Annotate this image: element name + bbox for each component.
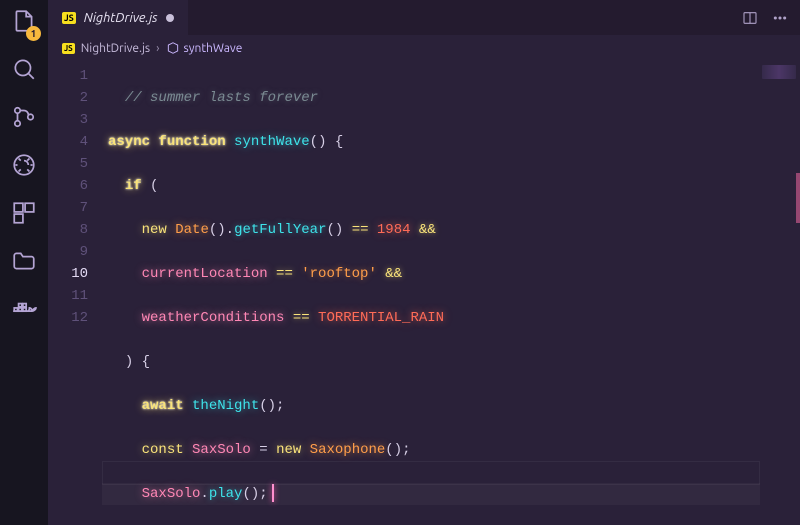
search-icon[interactable]: [11, 56, 37, 82]
minimap[interactable]: [760, 61, 800, 525]
overview-ruler-marker: [796, 173, 800, 223]
docker-icon[interactable]: [11, 296, 37, 322]
explorer-badge: 1: [26, 26, 41, 41]
tab-title: NightDrive.js: [84, 11, 158, 25]
breadcrumb-file[interactable]: NightDrive.js: [81, 42, 150, 55]
code-editor[interactable]: 1 2 3 4 5 6 7 8 9 10 11 12 // summer las…: [48, 61, 800, 525]
tab-nightdrive[interactable]: JS NightDrive.js: [48, 0, 188, 35]
folder-icon[interactable]: [11, 248, 37, 274]
line-number-gutter: 1 2 3 4 5 6 7 8 9 10 11 12: [48, 61, 102, 525]
breadcrumb[interactable]: JS NightDrive.js › synthWave: [48, 35, 800, 61]
more-actions-icon[interactable]: [772, 10, 788, 26]
text-cursor: [272, 484, 274, 502]
chevron-right-icon: ›: [156, 42, 159, 55]
debug-icon[interactable]: [11, 152, 37, 178]
source-control-icon[interactable]: [11, 104, 37, 130]
extensions-icon[interactable]: [11, 200, 37, 226]
activity-bar: 1: [0, 0, 48, 525]
js-file-icon: JS: [62, 12, 76, 24]
minimap-content: [762, 65, 796, 79]
js-file-icon: JS: [62, 43, 75, 54]
split-editor-icon[interactable]: [742, 10, 758, 26]
dirty-indicator-icon: [166, 14, 174, 22]
editor-tabs: JS NightDrive.js: [48, 0, 800, 35]
breadcrumb-symbol[interactable]: synthWave: [166, 41, 243, 55]
code-area[interactable]: // summer lasts forever async function s…: [102, 61, 760, 525]
